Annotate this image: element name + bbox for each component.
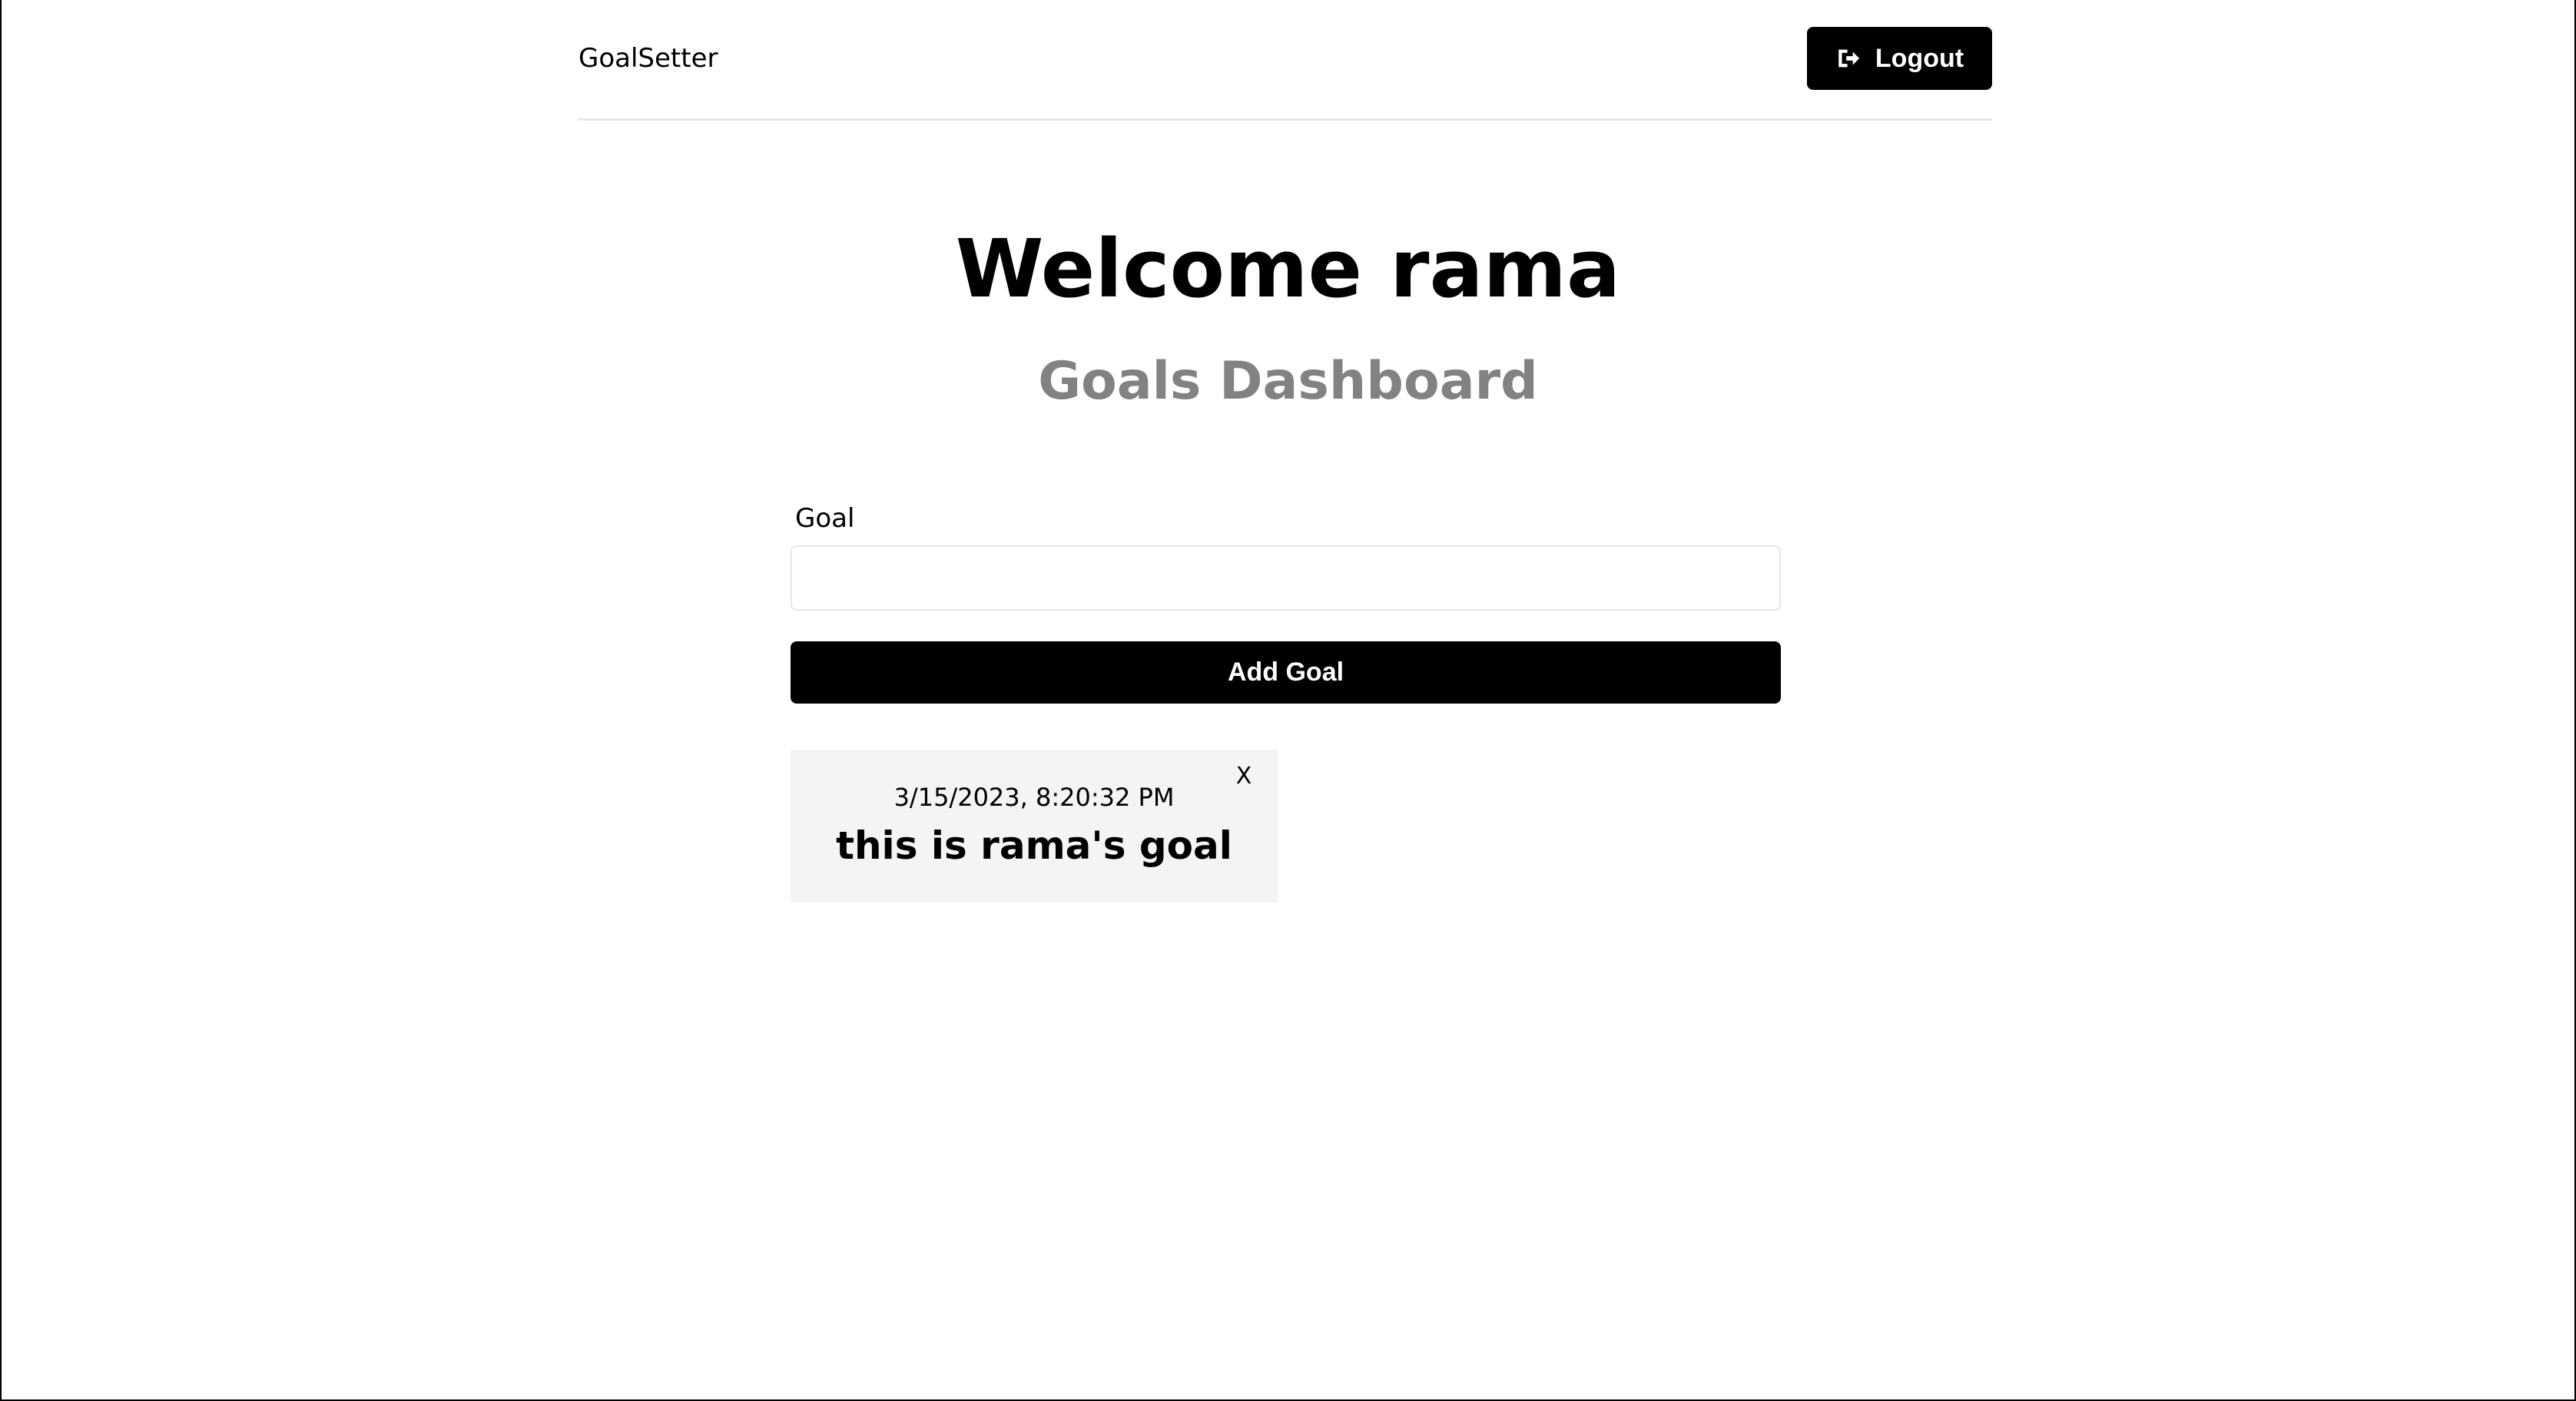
goal-input[interactable] <box>791 545 1781 611</box>
goal-date: 3/15/2023, 8:20:32 PM <box>893 783 1175 812</box>
goal-label: Goal <box>795 503 855 534</box>
logout-label: Logout <box>1875 43 1964 73</box>
goal-text: this is rama's goal <box>836 823 1232 868</box>
delete-goal-button[interactable]: X <box>1228 759 1259 794</box>
brand-link[interactable]: GoalSetter <box>579 38 718 78</box>
dashboard-subheading: Goals Dashboard <box>1038 351 1538 412</box>
welcome-heading: Welcome rama <box>955 222 1621 316</box>
window-border-left <box>0 0 2 1401</box>
goals-list: 3/15/2023, 8:20:32 PM this is rama's goa… <box>791 750 1278 903</box>
header: GoalSetter Logout <box>579 0 1992 121</box>
logout-button[interactable]: Logout <box>1807 27 1992 90</box>
sign-out-icon <box>1835 45 1862 71</box>
goal-card: 3/15/2023, 8:20:32 PM this is rama's goa… <box>791 750 1278 903</box>
page: GoalSetter Logout Welcome rama Goals Das… <box>0 0 2576 1401</box>
add-goal-button[interactable]: Add Goal <box>791 641 1781 704</box>
